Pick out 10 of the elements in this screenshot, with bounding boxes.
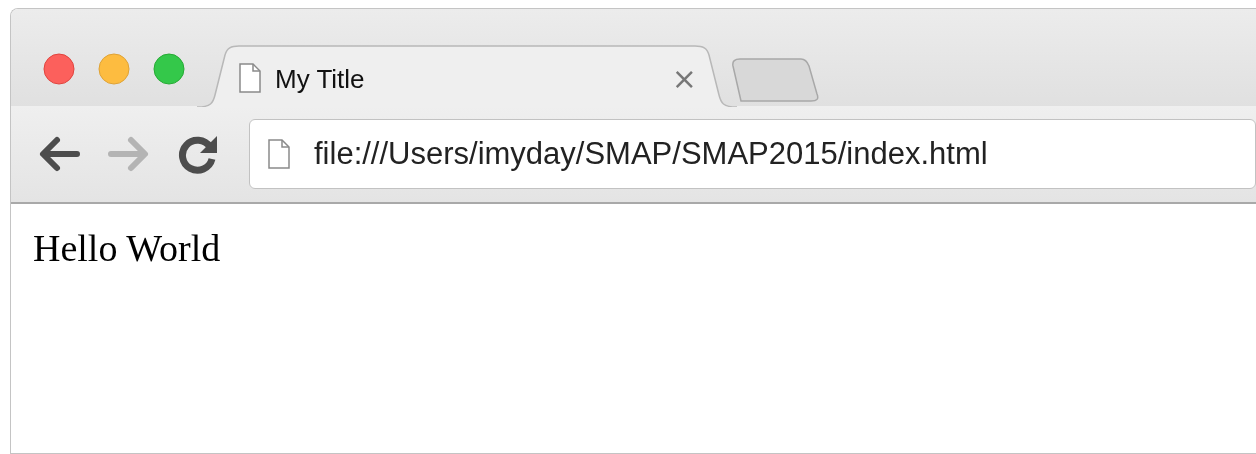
- close-window-button[interactable]: [43, 53, 75, 85]
- minimize-window-button[interactable]: [98, 53, 130, 85]
- new-tab-button[interactable]: [731, 58, 819, 102]
- page-icon: [268, 139, 290, 169]
- address-bar[interactable]: file:///Users/imyday/SMAP/SMAP2015/index.html: [249, 119, 1256, 189]
- page-text: Hello World: [33, 227, 221, 269]
- maximize-window-button[interactable]: [153, 53, 185, 85]
- close-tab-button[interactable]: ×: [671, 60, 697, 96]
- back-button[interactable]: [37, 134, 81, 174]
- page-icon: [239, 63, 261, 93]
